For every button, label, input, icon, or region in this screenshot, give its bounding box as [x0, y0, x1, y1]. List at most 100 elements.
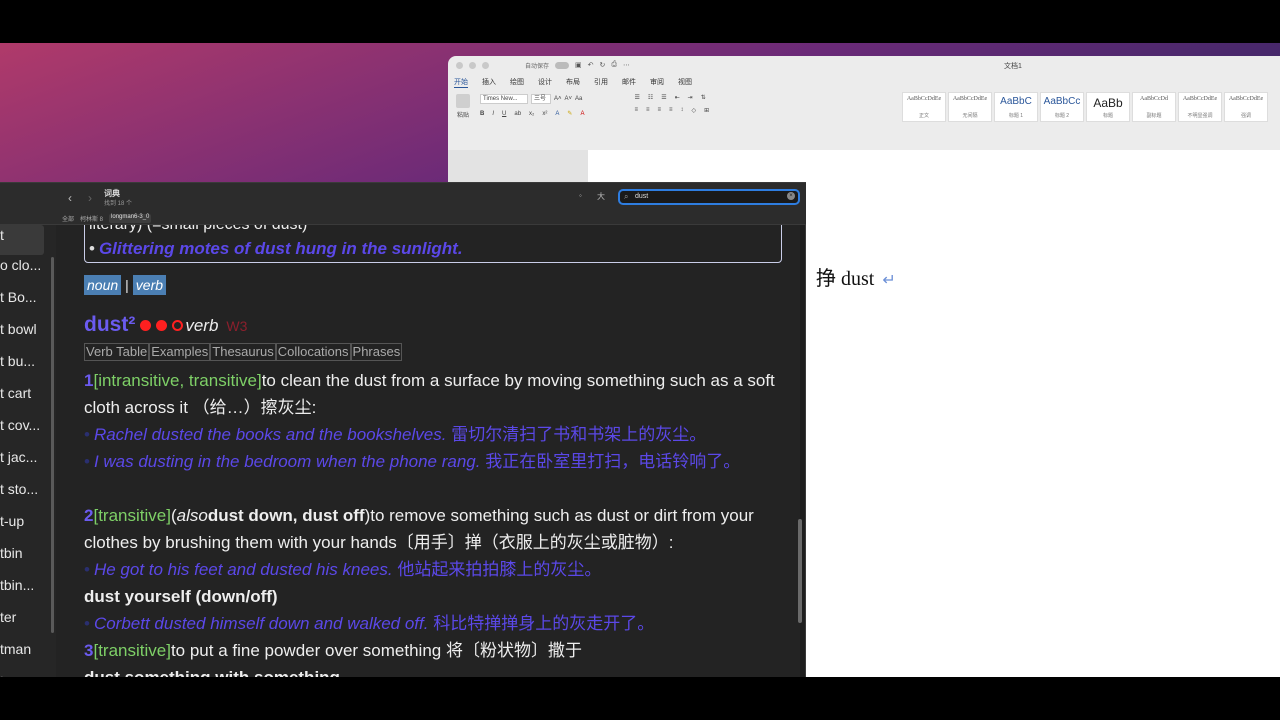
subtab-verb-table[interactable]: Verb Table: [84, 343, 150, 361]
list-item[interactable]: t-up: [0, 511, 44, 543]
style-normal[interactable]: AaBbCcDdEe 正文: [902, 92, 946, 122]
clear-search-icon[interactable]: ×: [787, 192, 795, 200]
forward-arrow-icon[interactable]: ›: [88, 191, 92, 205]
superscript-icon[interactable]: x²: [542, 111, 547, 117]
search-field[interactable]: ⌕ dust ×: [618, 189, 800, 205]
underline-icon[interactable]: U: [502, 111, 506, 117]
style-emphasis[interactable]: AaBbCcDdEe 强调: [1224, 92, 1268, 122]
numbering-icon[interactable]: ☷: [648, 94, 653, 101]
more-icon[interactable]: ⋯: [623, 61, 630, 69]
save-icon[interactable]: ▣: [575, 61, 582, 69]
style-no-spacing[interactable]: AaBbCcDdEe 无间隔: [948, 92, 992, 122]
font-name-select[interactable]: Times New...: [480, 94, 528, 104]
list-item[interactable]: t: [0, 225, 44, 255]
tab-review[interactable]: 审阅: [650, 77, 664, 87]
align-right-icon[interactable]: ≡: [657, 107, 661, 114]
text-effects-icon[interactable]: A: [555, 111, 559, 117]
list-item[interactable]: t Bo...: [0, 287, 44, 319]
entry-content: literary) (=small pieces of dust) •Glitt…: [56, 225, 800, 678]
list-item[interactable]: t cov...: [0, 415, 44, 447]
style-subtitle[interactable]: AaBbCcDd 副标题: [1132, 92, 1176, 122]
redo-icon[interactable]: ↻: [600, 61, 606, 69]
shading-icon[interactable]: ◇: [692, 107, 697, 114]
list-item[interactable]: tbin...: [0, 575, 44, 607]
style-heading-1[interactable]: AaBbC 标题 1: [994, 92, 1038, 122]
subtab-phrases[interactable]: Phrases: [350, 343, 403, 361]
borders-icon[interactable]: ⊞: [704, 107, 709, 114]
ribbon-tabs: 开始 插入 绘图 设计 布局 引用 邮件 审阅 视图: [448, 74, 1280, 90]
paste-icon: [456, 94, 470, 108]
print-icon[interactable]: ⎙: [611, 61, 617, 69]
align-center-icon[interactable]: ≡: [646, 107, 650, 114]
tab-view[interactable]: 视图: [678, 77, 692, 87]
tab-draw[interactable]: 绘图: [510, 77, 524, 87]
entry-subtabs: Verb Table Examples Thesaurus Collocatio…: [84, 343, 403, 361]
tab-layout[interactable]: 布局: [566, 77, 580, 87]
style-title[interactable]: AaBb 标题: [1086, 92, 1130, 122]
font-small-icon[interactable]: ◦: [579, 191, 582, 200]
tab-all[interactable]: 全部: [62, 214, 74, 223]
subtab-collocations[interactable]: Collocations: [275, 343, 351, 361]
tab-design[interactable]: 设计: [538, 77, 552, 87]
undo-icon[interactable]: ↶: [588, 61, 594, 69]
pos-verb-link[interactable]: verb: [132, 275, 167, 295]
tab-mailings[interactable]: 邮件: [622, 77, 636, 87]
align-left-icon[interactable]: ≡: [634, 107, 638, 114]
style-subtle-emphasis[interactable]: AaBbCcDdEe 不明显强调: [1178, 92, 1222, 122]
shrink-font-icon[interactable]: A˅: [565, 96, 573, 102]
example-sentence: • Corbett dusted himself down and walked …: [84, 614, 655, 633]
font-color-icon[interactable]: A: [580, 111, 584, 117]
justify-icon[interactable]: ≡: [669, 107, 673, 114]
list-item[interactable]: t bowl: [0, 319, 44, 351]
tab-longman[interactable]: longman6-3_0: [109, 214, 152, 223]
paste-button[interactable]: 粘贴: [456, 94, 470, 119]
list-item[interactable]: t cart: [0, 383, 44, 415]
tab-references[interactable]: 引用: [594, 77, 608, 87]
tab-insert[interactable]: 插入: [482, 77, 496, 87]
back-arrow-icon[interactable]: ‹: [68, 191, 72, 205]
list-item[interactable]: t bu...: [0, 351, 44, 383]
subscript-icon[interactable]: x₂: [529, 111, 534, 117]
tab-collins[interactable]: 柯林斯 8: [80, 214, 103, 223]
list-item[interactable]: ter: [0, 607, 44, 639]
minimize-window-icon[interactable]: [469, 61, 476, 69]
strikethrough-icon[interactable]: ab: [514, 111, 521, 117]
list-item[interactable]: tman: [0, 639, 44, 671]
subtab-examples[interactable]: Examples: [149, 343, 211, 361]
change-case-icon[interactable]: Aa: [575, 96, 582, 102]
headword-row: dust² verb W3: [84, 313, 247, 337]
content-scrollbar[interactable]: [798, 519, 802, 623]
style-heading-2[interactable]: AaBbCc 标题 2: [1040, 92, 1084, 122]
line-spacing-icon[interactable]: ↕: [681, 107, 684, 114]
font-large-toggle[interactable]: 大: [597, 191, 605, 202]
return-mark: ↵: [882, 272, 896, 289]
letterbox-top: [0, 0, 1280, 43]
grow-font-icon[interactable]: A˄: [554, 96, 562, 102]
tab-home[interactable]: 开始: [454, 77, 468, 88]
close-window-icon[interactable]: [456, 61, 463, 69]
document-title: 文档1: [1004, 63, 1022, 70]
decrease-indent-icon[interactable]: ⇤: [675, 94, 680, 101]
bold-icon[interactable]: B: [480, 111, 484, 117]
list-item[interactable]: t sto...: [0, 479, 44, 511]
bullets-icon[interactable]: ☰: [634, 94, 639, 101]
highlight-icon[interactable]: ✎: [567, 110, 572, 117]
search-input[interactable]: dust: [635, 193, 648, 200]
autosave-toggle[interactable]: [555, 61, 570, 69]
phrase-heading: dust something with something: [84, 668, 340, 678]
list-item[interactable]: tbin: [0, 543, 44, 575]
dictionary-window: ‹ › 词典 找到 18 个 ◦ 大 ⌕ dust × 全部 柯林斯 8 lon…: [0, 182, 806, 678]
list-item[interactable]: o clo...: [0, 255, 44, 287]
frequency-dot-filled-icon: [156, 320, 168, 331]
italic-icon[interactable]: I: [492, 111, 494, 117]
sort-icon[interactable]: ⇅: [701, 94, 706, 101]
pos-noun-link[interactable]: noun: [84, 275, 122, 295]
list-item[interactable]: t jac...: [0, 447, 44, 479]
sidebar-scrollbar[interactable]: [51, 257, 54, 633]
document-body[interactable]: 挣 dust ↵: [816, 262, 896, 291]
subtab-thesaurus[interactable]: Thesaurus: [210, 343, 276, 361]
multilevel-list-icon[interactable]: ☰: [661, 94, 666, 101]
font-size-select[interactable]: 三号: [531, 94, 551, 104]
increase-indent-icon[interactable]: ⇥: [688, 94, 693, 101]
zoom-window-icon[interactable]: [482, 61, 489, 69]
